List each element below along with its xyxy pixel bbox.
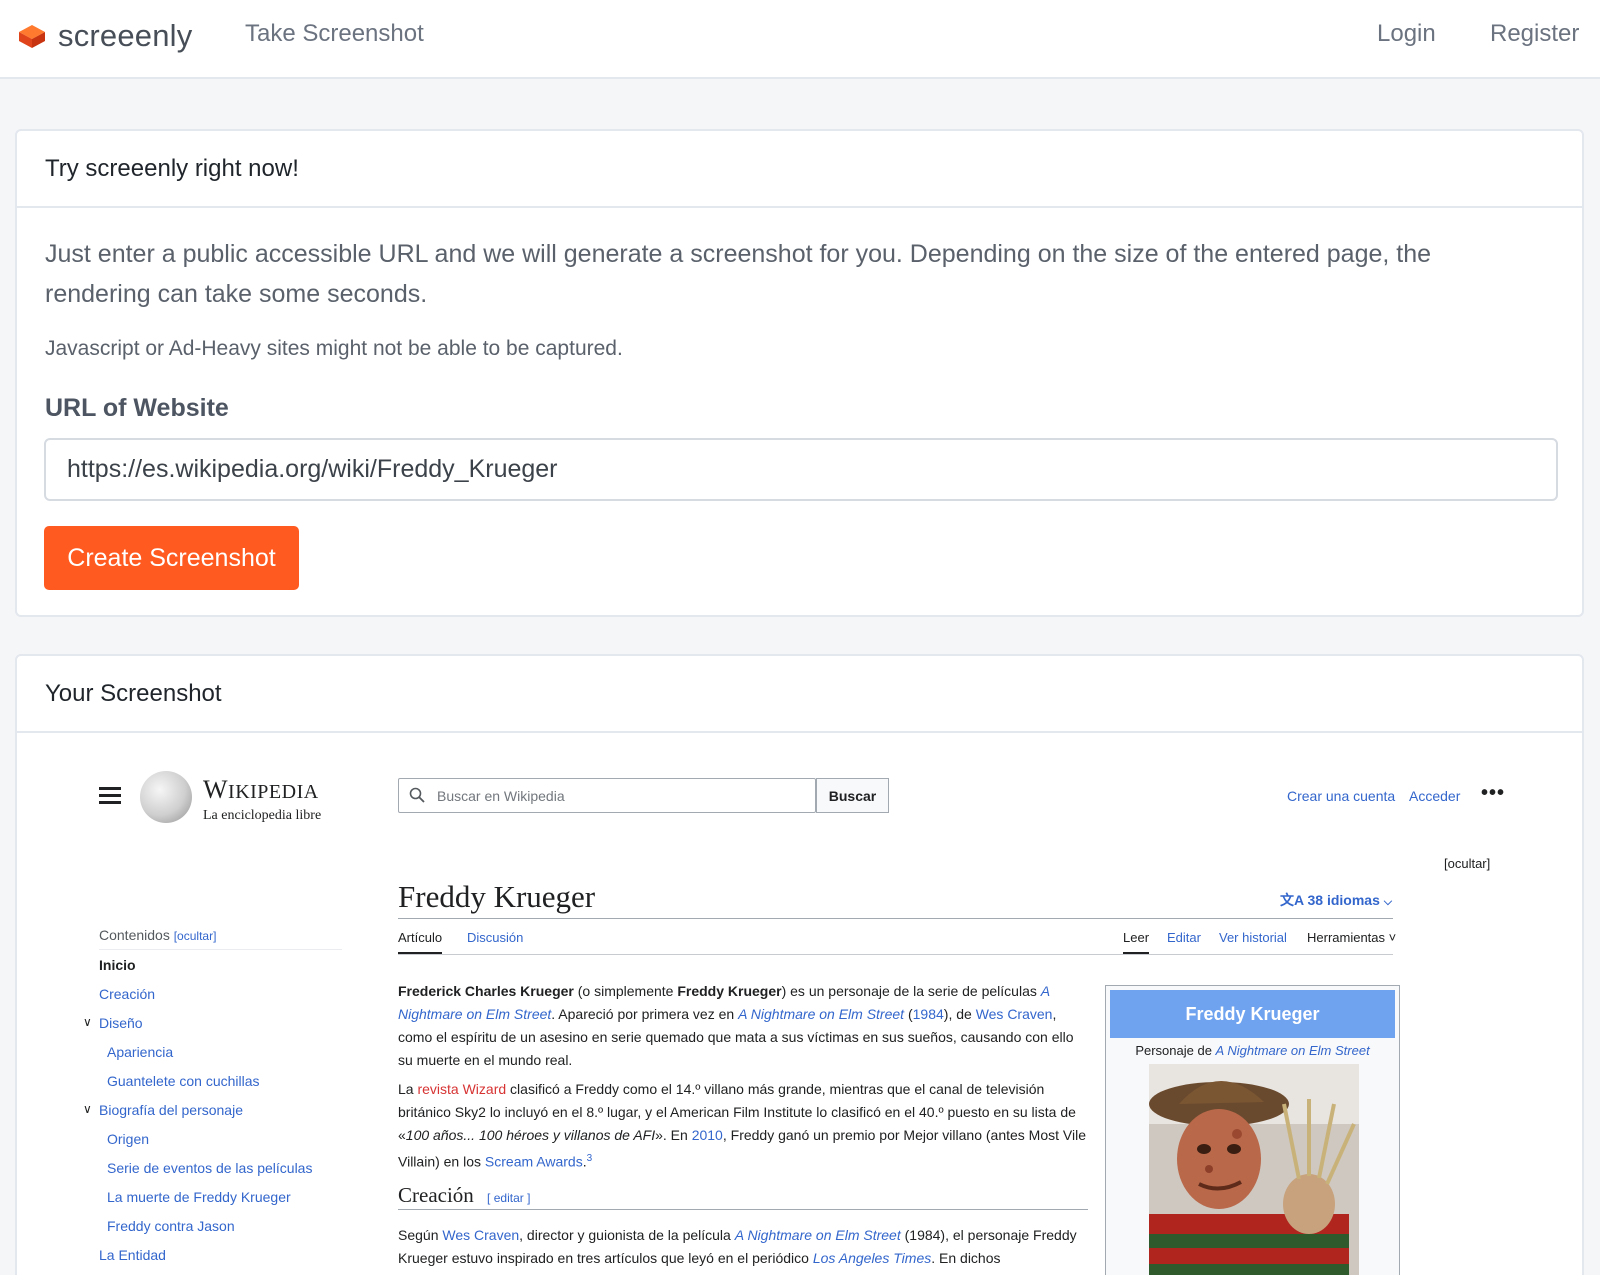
toc-item: Inicio <box>99 957 136 973</box>
wiki-tab-editar: Editar <box>1167 930 1201 945</box>
wiki-create-account: Crear una cuenta <box>1287 788 1396 804</box>
wiki-paragraph-rankings: La revista Wizard clasificó a Freddy com… <box>398 1081 1086 1170</box>
title-divider <box>398 918 1393 919</box>
menu-icon <box>99 787 121 805</box>
wiki-tab-historial: Ver historial <box>1219 930 1287 945</box>
nav-register[interactable]: Register <box>1490 20 1579 48</box>
chevron-down-icon: ⌵ <box>1383 896 1393 908</box>
toc-item: Serie de eventos de las películas <box>107 1160 313 1176</box>
wiki-infobox: Freddy Krueger Personaje de A Nightmare … <box>1105 985 1400 1275</box>
search-icon <box>409 787 425 803</box>
infobox-title: Freddy Krueger <box>1110 990 1395 1038</box>
result-card: Your Screenshot WIKIPEDIA La enciclopedi… <box>15 654 1584 1275</box>
brand-link[interactable]: screeenly <box>17 16 192 56</box>
wiki-search-button: Buscar <box>816 778 889 813</box>
screeenly-logo-icon <box>19 25 45 48</box>
url-input[interactable] <box>44 438 1558 501</box>
wikipedia-tagline: La enciclopedia libre <box>203 808 322 823</box>
wiki-paragraph-intro: Frederick Charles Krueger (o simplemente… <box>398 983 1074 1068</box>
infobox-subtitle: Personaje de A Nightmare on Elm Street <box>1135 1043 1370 1058</box>
toc-item: Apariencia <box>107 1044 174 1060</box>
wikipedia-globe-icon <box>140 771 192 823</box>
create-screenshot-button[interactable]: Create Screenshot <box>44 526 299 590</box>
more-options-icon: ••• <box>1481 782 1506 804</box>
toc-item: La Entidad <box>99 1247 166 1263</box>
screenshot-preview: WIKIPEDIA La enciclopedia libre Buscar e… <box>17 735 1582 1275</box>
toc-item: Biografía del personaje <box>99 1102 243 1118</box>
toc-heading: Contenidos [ocultar] <box>99 927 217 943</box>
wiki-tab-herramientas: Herramientas ˅ <box>1307 930 1397 945</box>
wiki-tab-articulo: Artículo <box>398 930 443 954</box>
brand-name: screeenly <box>58 18 193 53</box>
wiki-hide-link: [ocultar] <box>1444 856 1491 871</box>
toc-item: Guantelete con cuchillas <box>107 1073 260 1089</box>
intro-text: Just enter a public accessible URL and w… <box>45 240 1432 308</box>
chevron-down-icon: ∨ <box>83 1015 92 1029</box>
wiki-search-placeholder: Buscar en Wikipedia <box>437 788 565 804</box>
url-label: URL of Website <box>45 394 229 422</box>
nav-take-screenshot[interactable]: Take Screenshot <box>245 20 424 48</box>
chevron-down-icon: ∨ <box>83 1102 92 1116</box>
wiki-languages: 文A 38 idiomas ⌵ <box>1280 892 1393 908</box>
wiki-paragraph-creacion: Según Wes Craven, director y guionista d… <box>398 1227 1077 1266</box>
wiki-section-heading: Creación [ editar ] <box>398 1183 531 1207</box>
section-divider <box>398 1209 1088 1210</box>
wiki-tab-discusion: Discusión <box>467 930 524 945</box>
limitations-note: Javascript or Ad-Heavy sites might not b… <box>45 337 623 360</box>
toc-item: Freddy contra Jason <box>107 1218 235 1234</box>
wiki-article-title: Freddy Krueger <box>398 879 596 914</box>
toc-item: Creación <box>99 986 156 1002</box>
wiki-search-box: Buscar en Wikipedia <box>398 778 816 813</box>
wiki-tab-leer: Leer <box>1123 930 1150 954</box>
toc-item: Origen <box>107 1131 150 1147</box>
wiki-login: Acceder <box>1409 788 1461 804</box>
toc-item: La muerte de Freddy Krueger <box>107 1189 291 1205</box>
top-navbar: screeenly Take Screenshot Login Register <box>0 0 1600 79</box>
toc-divider <box>99 949 342 950</box>
freddy-krueger-image <box>1149 1064 1359 1275</box>
tabs-divider <box>398 954 1393 955</box>
nav-login[interactable]: Login <box>1377 20 1436 48</box>
toc-item: Diseño <box>99 1015 143 1031</box>
translate-icon: 文A <box>1280 892 1304 908</box>
try-card: Try screeenly right now! Just enter a pu… <box>15 129 1584 617</box>
result-card-header: Your Screenshot <box>17 656 1582 733</box>
try-card-header: Try screeenly right now! <box>17 131 1582 208</box>
wikipedia-wordmark: WIKIPEDIA <box>203 775 319 804</box>
